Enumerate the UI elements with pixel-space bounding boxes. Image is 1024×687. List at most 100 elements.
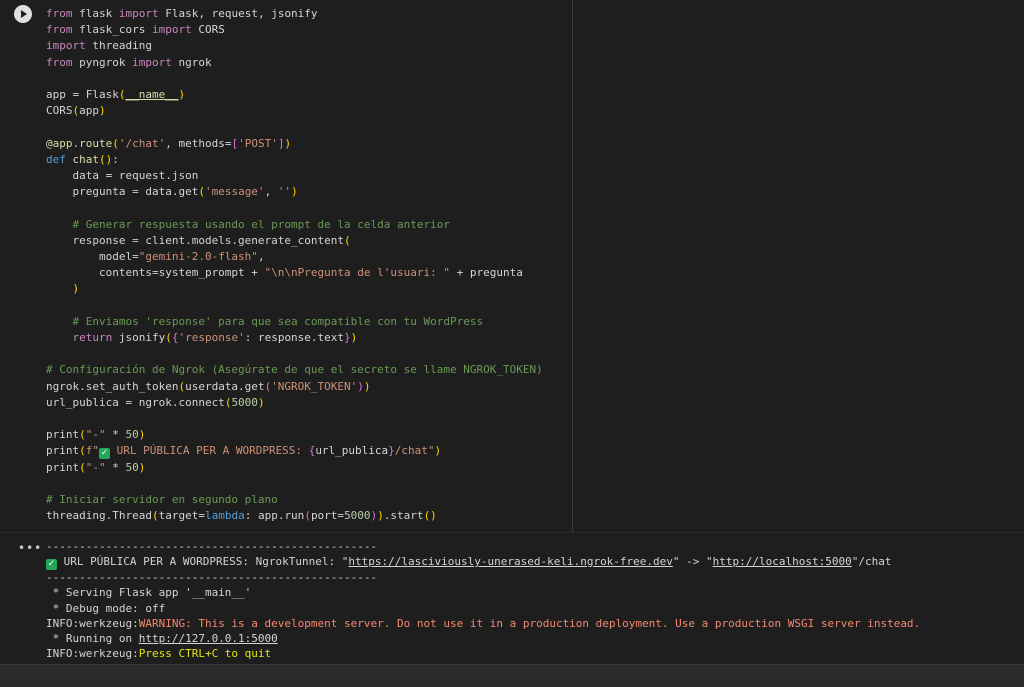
code-token: print xyxy=(46,428,80,442)
code-token: ( xyxy=(344,233,351,247)
code-token: ) xyxy=(357,379,364,393)
code-editor[interactable]: from flask import Flask, request, jsonif… xyxy=(46,6,543,525)
code-token: Flask, request, jsonify xyxy=(158,7,318,20)
output-link[interactable]: http://localhost:5000 xyxy=(713,555,852,568)
code-token: ----------------------------------------… xyxy=(46,540,378,553)
code-token: , xyxy=(264,185,278,199)
line-length-ruler xyxy=(572,0,573,532)
code-token: ) xyxy=(434,444,442,458)
code-line: data = request.json xyxy=(46,168,543,184)
code-token: threading.Thread xyxy=(46,509,152,523)
code-line: from pyngrok import ngrok xyxy=(46,55,543,71)
code-line: from flask import Flask, request, jsonif… xyxy=(46,6,543,22)
code-token: print xyxy=(46,444,80,458)
code-token: __name__ xyxy=(125,88,179,102)
code-token: jsonify xyxy=(112,331,166,345)
code-line: print(f" ✓ URL PÚBLICA PER A WORDPRESS: {… xyxy=(46,443,543,460)
code-token: ( xyxy=(198,185,205,199)
code-token: import xyxy=(118,7,159,20)
code-token: : app.run xyxy=(244,509,305,523)
code-token: '' xyxy=(277,185,292,199)
run-cell-button[interactable] xyxy=(14,5,32,23)
code-line: @app.route('/chat', methods=['POST']) xyxy=(46,136,543,152)
code-token: () xyxy=(99,152,113,166)
code-token: data = request.json xyxy=(46,169,199,183)
code-token: @app.route xyxy=(46,136,113,150)
code-token: 'NGROK_TOKEN' xyxy=(271,379,358,393)
code-token: response = client.models.generate_conten… xyxy=(46,233,345,247)
code-token: '/chat' xyxy=(118,136,166,150)
code-line: ) xyxy=(46,281,543,297)
code-token: ) xyxy=(138,428,146,442)
code-token: , methods= xyxy=(165,136,232,150)
code-token: url_publica xyxy=(315,444,389,458)
code-token: app = Flask xyxy=(46,88,119,102)
code-token: # Iniciar servidor en segundo plano xyxy=(46,493,278,507)
output-link[interactable]: https://lasciviously-unerased-keli.ngrok… xyxy=(348,555,673,568)
code-token: from xyxy=(46,23,73,37)
code-line: model="gemini-2.0-flash", xyxy=(46,249,543,265)
code-token: : response.text xyxy=(244,331,345,345)
code-token: * Serving Flask app '__main__' xyxy=(46,586,252,600)
code-token: 'message' xyxy=(204,185,265,199)
code-token: ) xyxy=(377,509,384,523)
code-token: CORS xyxy=(46,104,73,118)
code-token: ) xyxy=(291,185,298,199)
code-token: threading xyxy=(85,39,152,53)
code-line: ngrok.set_auth_token(userdata.get('NGROK… xyxy=(46,379,543,395)
code-token: url_publica = ngrok.connect xyxy=(46,395,225,409)
code-token: } xyxy=(344,331,351,345)
code-token: WARNING: This is a development server. D… xyxy=(138,616,921,630)
code-token: # Enviamos 'response' para que sea compa… xyxy=(46,314,484,328)
code-token: flask_cors xyxy=(72,23,152,37)
code-token: + pregunta xyxy=(449,266,523,280)
code-token: print xyxy=(46,460,80,474)
cell-gutter xyxy=(0,0,40,532)
code-token: def xyxy=(46,152,66,166)
code-token: import xyxy=(151,23,192,37)
code-line: # Generar respuesta usando el prompt de … xyxy=(46,217,543,233)
code-token: } xyxy=(388,444,395,458)
code-line: # Enviamos 'response' para que sea compa… xyxy=(46,314,543,330)
code-token: 50 xyxy=(125,428,139,442)
code-token: : xyxy=(112,152,119,166)
code-line: import threading xyxy=(46,38,543,54)
code-token: ( xyxy=(79,444,86,458)
code-token: 50 xyxy=(125,460,139,474)
code-line: url_publica = ngrok.connect(5000) xyxy=(46,395,543,411)
code-token: ) xyxy=(257,395,265,409)
code-token: pregunta = data.get xyxy=(46,185,199,199)
code-line: print("-" * 50) xyxy=(46,427,543,443)
code-token: return xyxy=(46,331,113,345)
code-cell[interactable]: from flask import Flask, request, jsonif… xyxy=(0,0,1024,532)
code-line: contents=system_prompt + "\n\nPregunta d… xyxy=(46,265,543,281)
code-token: ( xyxy=(79,428,86,442)
code-token: target= xyxy=(158,509,205,523)
code-token: , xyxy=(257,250,265,264)
output-line: INFO:werkzeug:Press CTRL+C to quit xyxy=(46,646,920,661)
code-token: import xyxy=(46,39,86,53)
code-token: "-" xyxy=(85,460,106,474)
ellipsis-icon[interactable]: ••• xyxy=(18,541,42,555)
code-token: import xyxy=(132,55,172,69)
code-token: lambda xyxy=(204,509,245,523)
output-line: * Debug mode: off xyxy=(46,601,920,616)
output-line: INFO:werkzeug:WARNING: This is a develop… xyxy=(46,616,920,631)
code-token: 'POST' xyxy=(238,136,278,150)
output-link[interactable]: http://127.0.0.1:5000 xyxy=(139,632,278,645)
code-token: 5000 xyxy=(344,509,371,523)
code-token: .start xyxy=(383,509,424,523)
code-token: ( xyxy=(151,509,159,523)
code-token: app xyxy=(79,104,99,118)
code-token: "/chat xyxy=(851,555,892,569)
code-line: # Iniciar servidor en segundo plano xyxy=(46,492,543,508)
output-text: ----------------------------------------… xyxy=(46,539,920,661)
code-token: CORS xyxy=(191,23,225,37)
code-token: contents=system_prompt + xyxy=(46,266,265,280)
code-token: pyngrok xyxy=(72,55,133,69)
